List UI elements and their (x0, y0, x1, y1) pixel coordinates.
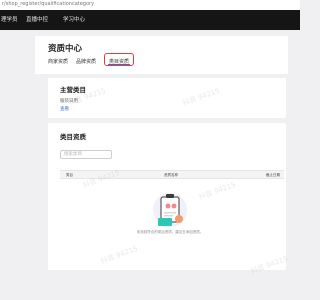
category-qualification-title: 类目资质 (60, 133, 86, 141)
column-header-deadline: 截止日期 (266, 173, 280, 177)
table-header: 类目 资质名称 截止日期 (60, 170, 284, 179)
nav-item-live-control[interactable]: 直播中控 (26, 15, 48, 23)
main-category-value: 服装日用 (60, 99, 78, 104)
empty-state-message: 未找到符合的类目资质，建议去添加资质。 (136, 230, 204, 234)
column-header-qualification-name: 资质名称 (164, 173, 178, 177)
qualification-header: 资质中心 商家资质 品牌资质 类目资质 (35, 36, 288, 74)
main-category-card: 主营类目 服装日用 查看 (48, 78, 286, 118)
url-text: r/shop_register/qualificationcategory (2, 1, 95, 7)
view-link[interactable]: 查看 (60, 106, 69, 112)
browser-url-bar[interactable]: r/shop_register/qualificationcategory (0, 0, 300, 10)
category-search-input[interactable] (60, 150, 112, 159)
nav-item-students[interactable]: 理学员 (1, 15, 18, 23)
page-title: 资质中心 (48, 44, 83, 54)
main-category-title: 主营类目 (60, 86, 86, 94)
nav-item-learning-center[interactable]: 学习中心 (63, 15, 85, 23)
active-tab-underline (108, 64, 130, 65)
empty-clipboard-illustration (153, 193, 187, 227)
column-header-category: 类目 (66, 173, 73, 177)
tab-merchant-qualification[interactable]: 商家资质 (48, 58, 68, 65)
tab-brand-qualification[interactable]: 品牌资质 (76, 58, 96, 65)
top-navigation: 理学员 直播中控 学习中心 (0, 10, 300, 30)
